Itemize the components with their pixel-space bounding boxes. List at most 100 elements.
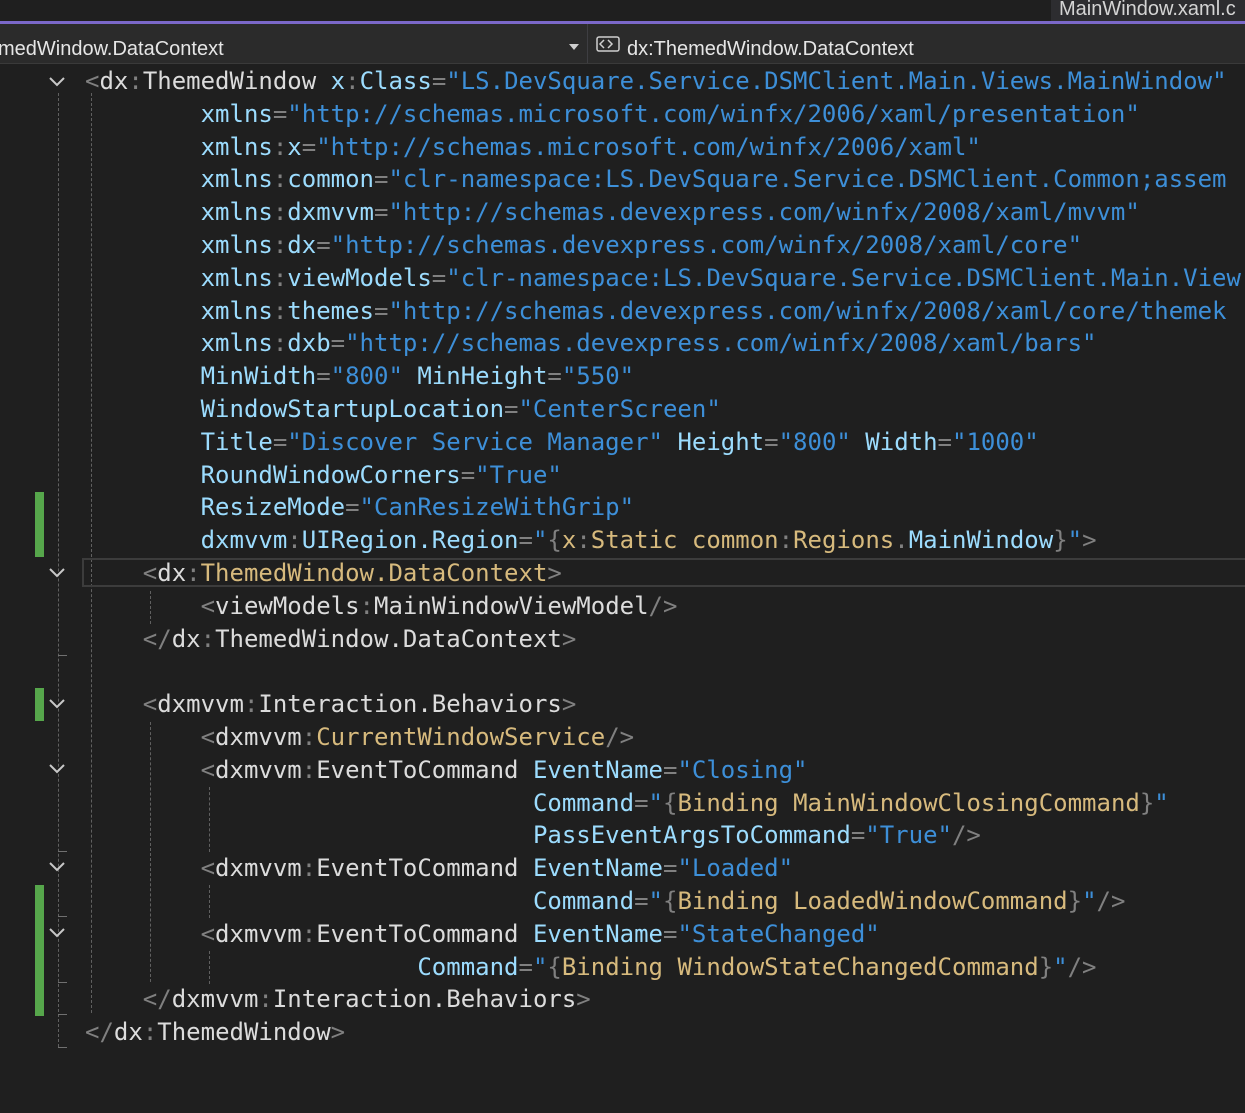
attribute-name: common [287, 165, 374, 194]
punctuation: </ [85, 1018, 114, 1047]
attribute-value: " [1082, 887, 1097, 915]
attribute-name: Width [865, 427, 938, 456]
code-line[interactable]: xmlns:common="clr-namespace:LS.DevSquare… [85, 163, 1227, 196]
punctuation: < [200, 755, 216, 784]
collapse-chevron-icon[interactable] [48, 697, 66, 711]
punctuation: } [1139, 788, 1155, 817]
punctuation: = [504, 395, 519, 423]
collapse-chevron-icon[interactable] [48, 926, 66, 940]
code-line[interactable]: <dx:ThemedWindow x:Class="LS.DevSquare.S… [85, 65, 1227, 98]
punctuation: : [243, 690, 259, 719]
attribute-value: " [1053, 952, 1068, 981]
punctuation: = [316, 231, 331, 259]
attribute-name: dxmvvm [200, 526, 288, 555]
code-line[interactable]: ResizeMode="CanResizeWithGrip" [85, 491, 635, 524]
chevron-down-icon[interactable] [569, 44, 579, 50]
collapse-chevron-icon[interactable] [48, 75, 66, 89]
xaml-element-icon [596, 36, 620, 52]
punctuation: : [272, 329, 288, 358]
attribute-name: xmlns [200, 329, 273, 358]
code-line[interactable]: <dxmvvm:Interaction.Behaviors> [85, 688, 577, 721]
code-line[interactable]: Command="{Binding LoadedWindowCommand}"/… [85, 885, 1125, 918]
collapse-chevron-icon[interactable] [48, 762, 66, 776]
code-line[interactable]: </dxmvvm:Interaction.Behaviors> [85, 983, 591, 1016]
punctuation: : [142, 1018, 158, 1047]
code-line[interactable]: </dx:ThemedWindow> [85, 1016, 345, 1049]
tab-mainwindow-xaml-cs[interactable]: MainWindow.xaml.c [1051, 0, 1245, 21]
code-editor[interactable]: <dx:ThemedWindow x:Class="LS.DevSquare.S… [0, 65, 1245, 1113]
code-line[interactable]: <dx:ThemedWindow.DataContext> [85, 557, 562, 590]
code-line[interactable]: <dxmvvm:CurrentWindowService/> [85, 721, 635, 754]
code-line[interactable]: MinWidth="800" MinHeight="550" [85, 360, 635, 393]
punctuation: = [634, 887, 649, 915]
markup-extension: common [691, 526, 779, 555]
code-line[interactable]: xmlns:x="http://schemas.microsoft.com/wi… [85, 131, 981, 164]
punctuation: : [272, 165, 288, 194]
punctuation: = [460, 460, 476, 489]
attribute-value: "clr-namespace:LS.DevSquare.Service.DSMC… [446, 263, 1241, 292]
code-line[interactable]: xmlns="http://schemas.microsoft.com/winf… [85, 98, 1140, 131]
code-line[interactable]: dxmvvm:UIRegion.Region="{x:Static common… [85, 524, 1097, 557]
code-line[interactable]: <dxmvvm:EventToCommand EventName="Loaded… [85, 852, 793, 885]
punctuation: </ [142, 624, 172, 653]
attribute-name: xmlns [200, 296, 273, 325]
member-dropdown[interactable]: dx:ThemedWindow.DataContext [596, 24, 1245, 63]
code-line[interactable]: <dxmvvm:EventToCommand EventName="Closin… [85, 754, 808, 787]
code-line[interactable]: xmlns:dxmvvm="http://schemas.devexpress.… [85, 196, 1140, 229]
punctuation: = [272, 99, 288, 128]
scope-dropdown[interactable]: medWindow.DataContext [0, 24, 588, 63]
element-name: Interaction.Behaviors [272, 985, 577, 1014]
code-line[interactable]: PassEventArgsToCommand="True"/> [85, 819, 981, 852]
code-line[interactable]: RoundWindowCorners="True" [85, 459, 562, 492]
code-line[interactable]: xmlns:dxb="http://schemas.devexpress.com… [85, 327, 1097, 360]
element-name: ThemedWindow.DataContext [215, 624, 562, 653]
attribute-value: "550" [561, 362, 635, 391]
code-line[interactable]: <dxmvvm:EventToCommand EventName="StateC… [85, 918, 880, 951]
element-name: EventToCommand [316, 854, 519, 883]
collapse-chevron-icon[interactable] [48, 860, 66, 874]
code-line[interactable]: xmlns:viewModels="clr-namespace:LS.DevSq… [85, 262, 1241, 295]
element-name: dx [157, 559, 187, 587]
punctuation: : [272, 132, 288, 161]
punctuation: = [301, 132, 317, 161]
punctuation: } [1038, 952, 1054, 981]
code-line[interactable]: </dx:ThemedWindow.DataContext> [85, 623, 577, 656]
code-line[interactable]: xmlns:themes="http://schemas.devexpress.… [85, 295, 1227, 328]
punctuation: /> [648, 591, 678, 620]
attribute-value: "Discover Service Manager" [287, 427, 663, 456]
attribute-value: "CanResizeWithGrip" [359, 493, 635, 522]
punctuation: : [272, 296, 288, 325]
code-line[interactable]: xmlns:dx="http://schemas.devexpress.com/… [85, 229, 1082, 262]
punctuation: : [272, 198, 288, 227]
element-name: EventToCommand [316, 919, 519, 948]
code-line[interactable]: <viewModels:MainWindowViewModel/> [85, 590, 678, 623]
change-marker [35, 492, 44, 557]
code-line[interactable]: Command="{Binding MainWindowClosingComma… [85, 787, 1169, 820]
markup-extension: x [561, 526, 577, 555]
markup-extension: Static [590, 526, 678, 555]
code-line[interactable]: WindowStartupLocation="CenterScreen" [85, 393, 721, 426]
element-name: ThemedWindow [157, 1018, 331, 1047]
attribute-value: "Closing" [677, 755, 808, 784]
punctuation: : [128, 67, 143, 95]
code-line[interactable]: Command="{Binding WindowStateChangedComm… [85, 951, 1096, 984]
attribute-name: xmlns [200, 263, 273, 292]
punctuation: = [547, 362, 562, 391]
collapse-chevron-icon[interactable] [48, 566, 66, 580]
punctuation: > [561, 624, 577, 653]
code-line[interactable]: Title="Discover Service Manager" Height=… [85, 426, 1039, 459]
